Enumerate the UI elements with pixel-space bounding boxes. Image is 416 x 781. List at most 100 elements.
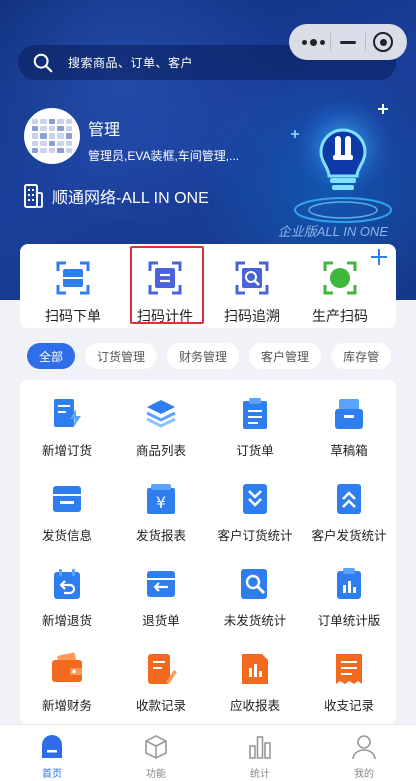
- grid-item-customer-order-stats[interactable]: 客户订货统计: [208, 482, 302, 562]
- capsule-divider: [365, 33, 366, 51]
- grid-label: 发货信息: [41, 529, 92, 543]
- minimize-icon: [340, 40, 356, 44]
- scan-trace-icon: [235, 261, 269, 295]
- receipt-record-icon: [148, 654, 177, 684]
- company-switcher[interactable]: 顺通网络-ALL IN ONE: [22, 183, 209, 209]
- shipment-info-icon: [53, 486, 81, 512]
- search-icon: [33, 53, 53, 72]
- grid-label: 订单统计版: [317, 614, 381, 628]
- tab-mine[interactable]: 我的: [312, 725, 416, 781]
- scan-piece-label: 扫码计件: [137, 308, 193, 324]
- user-roles: 管理员,EVA装框,车间管理,...: [88, 149, 240, 163]
- avatar-image: [32, 119, 72, 153]
- search-placeholder: 搜索商品、订单、客户: [68, 56, 194, 70]
- function-grid: 新增订货 商品列表 订货单 草稿箱 发货信息 ¥ 发货报表 客户订货统计 客户发…: [20, 380, 396, 725]
- chip-all[interactable]: 全部: [27, 343, 76, 369]
- capsule-divider: [330, 33, 331, 51]
- avatar[interactable]: [24, 108, 80, 164]
- bottom-tab-bar: 首页 功能 统计 我的: [0, 724, 416, 781]
- chip-inventory-mgmt[interactable]: 库存管: [331, 343, 392, 369]
- grid-item-product-list[interactable]: 商品列表: [114, 397, 208, 477]
- add-shortcut-plus-icon[interactable]: [368, 246, 390, 268]
- tab-mine-label: 我的: [354, 769, 374, 780]
- scan-trace-button[interactable]: 扫码追溯: [207, 244, 297, 328]
- tab-stats[interactable]: 统计: [208, 725, 312, 781]
- cube-icon: [145, 735, 167, 759]
- tab-functions[interactable]: 功能: [104, 725, 208, 781]
- scan-order-button[interactable]: 扫码下单: [28, 244, 118, 328]
- grid-item-new-return[interactable]: 新增退货: [20, 567, 114, 647]
- grid-label: 未发货统计: [223, 614, 287, 628]
- tab-stats-label: 统计: [250, 769, 270, 780]
- svg-text:¥: ¥: [156, 493, 166, 512]
- grid-item-draft-box[interactable]: 草稿箱: [302, 397, 396, 477]
- grid-label: 收支记录: [323, 699, 374, 713]
- receivable-report-icon: [242, 654, 268, 684]
- grid-item-receivable-report[interactable]: 应收报表: [208, 652, 302, 732]
- order-stats-icon: [337, 568, 361, 599]
- scan-piece-button[interactable]: 扫码计件: [120, 244, 210, 328]
- grid-label: 新增财务: [41, 699, 92, 713]
- more-menu-button[interactable]: [298, 27, 328, 57]
- grid-item-shipment-info[interactable]: 发货信息: [20, 482, 114, 562]
- quick-actions-panel: 扫码下单 扫码计件 扫码追溯 生产扫码: [20, 244, 396, 328]
- chip-finance-mgmt[interactable]: 财务管理: [167, 343, 240, 369]
- more-dots-icon: [301, 38, 325, 46]
- scan-order-icon: [56, 261, 90, 295]
- grid-item-unshipped-stats[interactable]: 未发货统计: [208, 567, 302, 647]
- grid-item-order-stats[interactable]: 订单统计版: [302, 567, 396, 647]
- grid-label: 商品列表: [135, 444, 186, 458]
- grid-item-receipt-record[interactable]: 收款记录: [114, 652, 208, 732]
- grid-item-income-expense[interactable]: 收支记录: [302, 652, 396, 732]
- order-form-icon: [243, 398, 267, 429]
- grid-label: 新增订货: [41, 444, 92, 458]
- user-name: 管理: [88, 122, 121, 139]
- product-list-icon: [146, 400, 176, 428]
- grid-label: 新增退货: [41, 614, 92, 628]
- customer-order-stats-icon: [243, 484, 267, 514]
- scan-production-icon: [323, 261, 357, 295]
- draft-box-icon: [335, 399, 363, 429]
- grid-item-return-form[interactable]: 退货单: [114, 567, 208, 647]
- company-name: 顺通网络-ALL IN ONE: [52, 190, 209, 207]
- mini-program-capsule: [289, 24, 407, 60]
- grid-item-order-form[interactable]: 订货单: [208, 397, 302, 477]
- grid-label: 发货报表: [135, 529, 186, 543]
- user-icon: [352, 735, 376, 760]
- return-form-icon: [147, 571, 175, 597]
- grid-item-new-order[interactable]: 新增订货: [20, 397, 114, 477]
- lightbulb-illustration-icon: [291, 102, 393, 223]
- close-target-icon: [373, 32, 393, 52]
- tab-home-label: 首页: [42, 769, 62, 780]
- building-icon: [24, 184, 43, 208]
- grid-label: 客户发货统计: [311, 529, 387, 543]
- scan-piece-icon: [148, 261, 182, 295]
- scan-production-label: 生产扫码: [312, 308, 368, 324]
- minimize-button[interactable]: [333, 27, 363, 57]
- bar-chart-icon: [249, 736, 271, 759]
- new-return-icon: [54, 569, 80, 599]
- chip-order-mgmt[interactable]: 订货管理: [85, 343, 158, 369]
- grid-label: 草稿箱: [330, 444, 368, 458]
- grid-label: 订货单: [236, 444, 274, 458]
- new-order-icon: [54, 399, 81, 428]
- tab-functions-label: 功能: [146, 769, 166, 780]
- income-expense-icon: [336, 654, 362, 684]
- shipment-report-icon: ¥: [147, 484, 175, 514]
- grid-label: 收款记录: [135, 699, 186, 713]
- wallet-icon: [52, 652, 82, 682]
- grid-label: 客户订货统计: [217, 529, 293, 543]
- grid-label: 退货单: [142, 614, 180, 628]
- edition-label: 企业版ALL IN ONE: [277, 224, 388, 239]
- category-chips: 全部 订货管理 财务管理 客户管理 库存管: [27, 343, 416, 369]
- chip-customer-mgmt[interactable]: 客户管理: [249, 343, 322, 369]
- grid-label: 应收报表: [229, 699, 280, 713]
- grid-item-customer-shipment-stats[interactable]: 客户发货统计: [302, 482, 396, 562]
- grid-item-shipment-report[interactable]: ¥ 发货报表: [114, 482, 208, 562]
- unshipped-stats-icon: [241, 569, 267, 599]
- tab-home[interactable]: 首页: [0, 725, 104, 781]
- customer-shipment-stats-icon: [337, 484, 361, 514]
- scan-order-label: 扫码下单: [45, 308, 101, 324]
- grid-item-new-finance[interactable]: 新增财务: [20, 652, 114, 732]
- close-program-button[interactable]: [368, 27, 398, 57]
